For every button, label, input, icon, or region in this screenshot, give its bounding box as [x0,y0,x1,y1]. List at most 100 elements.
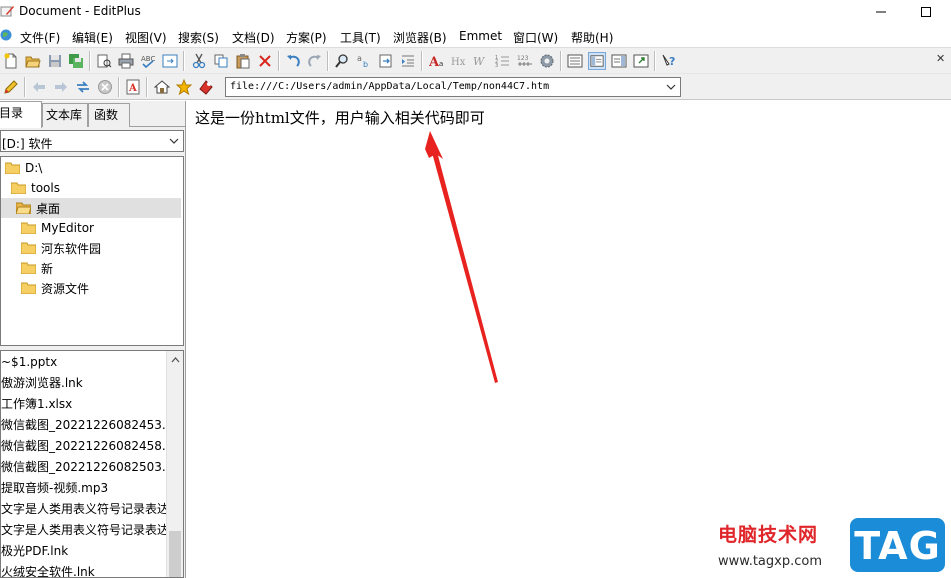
file-item[interactable]: 微信截图_20221226082503.pr [1,457,178,477]
tree-item-label: 新 [41,261,54,276]
drive-select[interactable]: [D:] 软件 [0,130,184,152]
line-number-button[interactable]: 123 [494,52,512,70]
goto-button[interactable] [377,52,395,70]
title-bar: Document - EditPlus [0,0,951,24]
tree-item-label: D:\ [25,161,43,175]
globe-icon[interactable] [0,28,12,42]
stop-button[interactable] [96,78,114,96]
menu-search[interactable]: 搜索(S) [178,29,219,46]
editor-area[interactable]: 这是一份html文件，用户输入相关代码即可 [187,101,951,578]
find-button[interactable] [333,52,351,70]
file-item[interactable]: 微信截图_20221226082453.pr [1,415,178,435]
replace-button[interactable]: ab [355,52,373,70]
save-button[interactable] [46,52,64,70]
file-item[interactable]: 极光PDF.lnk [1,541,68,561]
refresh-button[interactable] [74,78,92,96]
view1-button[interactable] [566,52,584,70]
file-item[interactable]: 傲游浏览器.lnk [1,373,83,393]
browser-toolbar: A file:///C:/Users/admin/AppData/Local/T… [0,73,951,100]
cut-button[interactable] [190,52,208,70]
file-item[interactable]: 文字是人类用表义符号记录表达 [1,499,169,519]
indent-button[interactable] [399,52,417,70]
spell-check-button[interactable]: ABC [139,52,157,70]
url-input[interactable]: file:///C:/Users/admin/AppData/Local/Tem… [225,77,681,97]
paste-icon [236,54,250,69]
scrollbar-thumb[interactable] [169,531,181,577]
html-editor-button[interactable]: A [124,78,142,96]
scroll-up-button[interactable] [167,351,183,368]
tab-functions[interactable]: 函数 [88,103,130,127]
svg-text:123: 123 [517,55,529,62]
menu-view[interactable]: 视图(V) [125,29,167,46]
file-item[interactable]: ~$1.pptx [1,352,57,372]
w-icon: W [473,55,486,68]
maximize-icon [921,7,931,17]
toolbar-separator [421,51,423,71]
save-all-button[interactable] [67,52,85,70]
ruler-button[interactable]: 123 [516,52,534,70]
help-button[interactable]: ? [660,52,678,70]
tree-item-desktop[interactable]: 桌面 [1,198,181,218]
forward-button[interactable] [52,78,70,96]
menu-file[interactable]: 文件(F) [20,29,60,46]
url-dropdown-button[interactable] [664,80,678,94]
tree-item-new[interactable]: 新 [21,258,53,278]
chevron-up-icon [171,356,180,362]
edit-mode-button[interactable] [2,78,20,96]
new-file-button[interactable] [2,52,20,70]
favorites-button[interactable] [175,78,193,96]
line-number-icon: 123 [495,55,509,69]
home-button[interactable] [153,78,171,96]
annotation-arrow-shaft [431,148,498,383]
w-button[interactable]: W [472,52,490,70]
minimize-button[interactable] [858,0,904,24]
tree-item-label: 资源文件 [41,281,90,296]
back-button[interactable] [30,78,48,96]
menu-browser[interactable]: 浏览器(B) [393,29,447,46]
watermark-title: 电脑技术网 [718,524,819,546]
menu-project[interactable]: 方案(P) [286,29,327,46]
svg-text:b: b [363,60,368,69]
delete-button[interactable] [256,52,274,70]
new-file-icon [4,53,17,69]
paste-button[interactable] [234,52,252,70]
tab-directory[interactable]: 目录 [0,101,42,128]
copy-button[interactable] [212,52,230,70]
file-item[interactable]: 微信截图_20221226082458.pr [1,436,178,456]
fullscreen-button[interactable] [632,52,650,70]
tree-item-myeditor[interactable]: MyEditor [21,218,94,238]
font-button[interactable]: Aa [428,52,446,70]
view3-button[interactable] [610,52,628,70]
maximize-button[interactable] [903,0,949,24]
browser-preview-button[interactable] [161,52,179,70]
redo-button[interactable] [306,52,324,70]
file-list-scrollbar[interactable] [166,351,183,577]
close-document-button[interactable]: ✕ [936,52,945,65]
file-item[interactable]: 工作簿1.xlsx [1,394,72,414]
tab-cliptext[interactable]: 文本库 [42,103,88,127]
undo-button[interactable] [284,52,302,70]
menu-emmet[interactable]: Emmet [459,29,502,43]
open-button[interactable] [24,52,42,70]
menu-edit[interactable]: 编辑(E) [72,29,113,46]
menu-document[interactable]: 文档(D) [232,29,275,46]
file-item[interactable]: 提取音频-视频.mp3 [1,478,108,498]
menu-help[interactable]: 帮助(H) [571,29,613,46]
settings-button[interactable] [538,52,556,70]
view2-button[interactable] [588,52,606,70]
tree-item-tools[interactable]: tools [11,178,60,198]
file-item[interactable]: 火绒安全软件.lnk [1,562,95,577]
tree-item-hedong[interactable]: 河东软件园 [21,238,101,258]
editplus-window: Document - EditPlus 文件(F) 编辑(E) 视图(V) 搜索… [0,0,951,578]
tree-item-drive[interactable]: D:\ [5,158,42,178]
menu-tools[interactable]: 工具(T) [340,29,381,46]
redo-icon [308,55,321,67]
hx-button[interactable]: Hx [450,52,468,70]
menu-window[interactable]: 窗口(W) [513,29,558,46]
tree-item-resources[interactable]: 资源文件 [21,278,89,298]
view1-icon [567,54,583,68]
print-button[interactable] [117,52,135,70]
file-item[interactable]: 文字是人类用表义符号记录表达 [1,520,169,540]
print-preview-button[interactable] [95,52,113,70]
add-favorite-button[interactable] [197,78,215,96]
